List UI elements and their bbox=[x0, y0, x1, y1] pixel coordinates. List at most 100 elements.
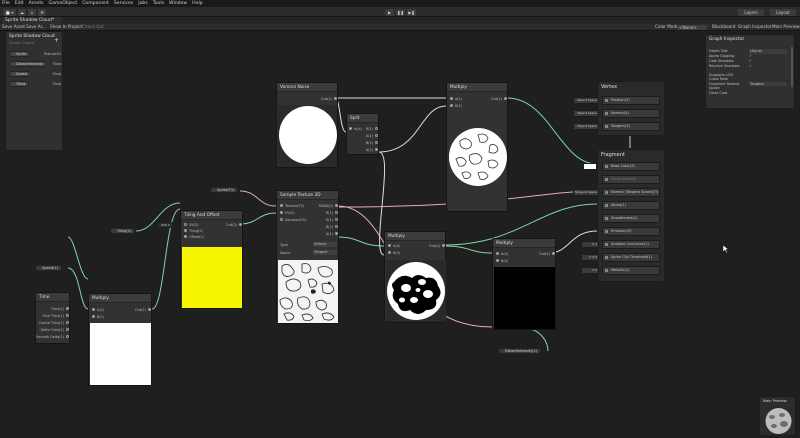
sprite-property-node[interactable]: Sprite(T2) bbox=[210, 187, 239, 193]
color-mode-dropdown[interactable]: <None> bbox=[677, 24, 707, 30]
node-sample-texture[interactable]: Sample Texture 2D Texture(T2) UV(2) Samp… bbox=[276, 190, 339, 324]
output-port[interactable] bbox=[374, 148, 378, 151]
menu-component[interactable]: Component bbox=[82, 1, 109, 6]
menu-help[interactable]: Help bbox=[192, 1, 202, 6]
fragment-slot-emission[interactable]: Emission(3) bbox=[602, 227, 660, 236]
node-multiply-time[interactable]: Multiply A(1) B(1) Out(1) bbox=[88, 293, 152, 386]
menu-assets[interactable]: Assets bbox=[29, 1, 44, 6]
property-row[interactable]: Tiling Float bbox=[9, 81, 61, 91]
fragment-slot-basecolor[interactable]: Base Color(3) bbox=[583, 162, 660, 171]
node-multiply-output[interactable]: Multiply A(4) B(4) Out(4) bbox=[492, 238, 556, 330]
property-row[interactable]: Sprite Texture2D bbox=[9, 51, 61, 61]
property-tiling[interactable]: Tiling bbox=[9, 81, 30, 87]
pause-icon[interactable]: ❚❚ bbox=[396, 8, 405, 16]
menu-gameobject[interactable]: GameObject bbox=[49, 1, 78, 6]
tiling-property-node[interactable]: Tiling(1) bbox=[110, 228, 136, 234]
services-icon[interactable]: ⚙ bbox=[38, 8, 46, 16]
input-port[interactable] bbox=[280, 204, 283, 207]
output-port[interactable] bbox=[65, 328, 69, 331]
basecolor-swatch[interactable] bbox=[583, 163, 597, 170]
account-button[interactable]: ⬤ ▾ bbox=[3, 8, 16, 16]
node-multiply-mask[interactable]: Multiply A(4) B(4) Out(4) bbox=[384, 231, 446, 323]
menu-services[interactable]: Services bbox=[114, 1, 133, 6]
output-port[interactable] bbox=[334, 232, 338, 235]
input-port[interactable] bbox=[92, 308, 95, 311]
menu-edit[interactable]: Edit bbox=[15, 1, 24, 6]
input-port[interactable] bbox=[450, 97, 453, 100]
output-port[interactable] bbox=[441, 244, 445, 247]
property-row[interactable]: Speed Float bbox=[9, 71, 61, 81]
collab-icon[interactable]: ⌂ bbox=[28, 8, 36, 16]
input-port[interactable] bbox=[450, 104, 453, 107]
input-port[interactable] bbox=[388, 251, 391, 254]
save-as-button[interactable]: Save As... bbox=[26, 24, 47, 30]
input-port[interactable] bbox=[184, 229, 187, 232]
output-port[interactable] bbox=[374, 141, 378, 144]
inspector-scrollbar[interactable] bbox=[791, 47, 793, 87]
vertex-slot-position[interactable]: Position(3) Object Space bbox=[573, 96, 660, 105]
setting-normal-space[interactable]: Fragment Normal Space Tangent bbox=[709, 82, 789, 91]
distort-property-node[interactable]: DistortIntensity(1) bbox=[498, 348, 542, 354]
menu-window[interactable]: Window bbox=[169, 1, 187, 6]
setting-receive-shadows[interactable]: Receive Shadows ✓ bbox=[709, 64, 789, 73]
uv-dropdown[interactable]: UV0 ▾ bbox=[157, 222, 174, 228]
node-voronoi[interactable]: Voronoi Noise Out(1) bbox=[276, 82, 338, 168]
menu-tools[interactable]: Tools bbox=[153, 1, 164, 6]
output-port[interactable] bbox=[334, 218, 338, 221]
output-port[interactable] bbox=[238, 223, 242, 226]
node-split[interactable]: Split In(4) R(1) G(1) B(1) A(1) bbox=[346, 113, 379, 155]
tab-shader-graph[interactable]: Sprite Shadow Cloud* bbox=[2, 17, 62, 24]
fragment-slot-ao[interactable]: Ambient Occlusion(1) X 1 bbox=[581, 240, 660, 249]
play-icon[interactable]: ▶ bbox=[385, 8, 394, 16]
cloud-icon[interactable]: ☁ bbox=[18, 8, 26, 16]
show-in-project-button[interactable]: Show In Project bbox=[50, 24, 82, 30]
output-port[interactable] bbox=[334, 211, 338, 214]
space-dropdown[interactable]: Tangent bbox=[313, 250, 337, 255]
output-port[interactable] bbox=[333, 97, 337, 100]
save-asset-button[interactable]: Save Asset bbox=[2, 24, 25, 30]
output-port[interactable] bbox=[65, 314, 69, 317]
layout-dropdown[interactable]: Layout bbox=[770, 8, 796, 16]
property-distort[interactable]: DistortIntensity bbox=[9, 61, 48, 67]
main-preview-panel[interactable]: Main Preview bbox=[759, 396, 796, 436]
setting-clear-coat[interactable]: Clear Coat bbox=[709, 91, 789, 96]
output-port[interactable] bbox=[65, 335, 69, 338]
fragment-slot-alpha[interactable]: Alpha(1) bbox=[602, 201, 660, 210]
input-port[interactable] bbox=[184, 235, 187, 238]
main-preview-toggle[interactable]: Main Preview bbox=[772, 24, 800, 30]
node-tiling-offset[interactable]: Tiling And Offset UV(2) Tiling(2) Offset… bbox=[180, 210, 243, 309]
property-row[interactable]: DistortIntensity Float bbox=[9, 61, 61, 71]
graph-inspector-toggle[interactable]: Graph Inspector bbox=[738, 24, 772, 30]
setting-lod-crossfade[interactable]: Supports LOD Cross Fade bbox=[709, 73, 789, 82]
input-port[interactable] bbox=[349, 127, 352, 130]
property-sprite[interactable]: Sprite bbox=[9, 51, 31, 57]
add-property-button[interactable]: + bbox=[54, 37, 59, 44]
output-port[interactable] bbox=[65, 321, 69, 324]
step-icon[interactable]: ▶❚ bbox=[407, 8, 416, 16]
output-port[interactable] bbox=[374, 127, 378, 130]
input-port[interactable] bbox=[388, 244, 391, 247]
menu-jobs[interactable]: Jobs bbox=[138, 1, 147, 6]
output-port[interactable] bbox=[334, 225, 338, 228]
vertex-slot-normal[interactable]: Normal(3) Object Space bbox=[573, 109, 660, 118]
fragment-slot-spritemask[interactable]: Sprite Mask(4) bbox=[602, 175, 660, 184]
input-port[interactable] bbox=[280, 218, 283, 221]
menu-file[interactable]: File bbox=[2, 1, 10, 6]
output-port[interactable] bbox=[65, 307, 69, 310]
vertex-slot-tangent[interactable]: Tangent(3) Object Space bbox=[573, 122, 660, 131]
fragment-slot-alphaclip[interactable]: Alpha Clip Threshold(1) X 0.5 bbox=[581, 253, 660, 262]
output-port[interactable] bbox=[147, 308, 151, 311]
graph-canvas[interactable]: Sprite Shadow Cloud Shader Graphs + Spri… bbox=[0, 31, 800, 438]
type-dropdown[interactable]: Default bbox=[313, 242, 337, 247]
node-multiply-noise[interactable]: Multiply A(1) B(1) Out(1) bbox=[446, 82, 508, 212]
input-port[interactable] bbox=[496, 259, 499, 262]
blackboard-toggle[interactable]: Blackboard bbox=[712, 24, 735, 30]
output-port[interactable] bbox=[503, 97, 507, 100]
layers-dropdown[interactable]: Layers bbox=[738, 8, 764, 16]
fragment-slot-smoothness[interactable]: Smoothness(1) bbox=[602, 214, 660, 223]
property-speed[interactable]: Speed bbox=[9, 71, 31, 77]
input-port[interactable] bbox=[92, 315, 95, 318]
fragment-slot-metallic[interactable]: Metallic(1) X 0 bbox=[581, 266, 660, 275]
input-port[interactable] bbox=[184, 223, 187, 226]
node-time[interactable]: Time Time(1) Sine Time(1) Cosine Time(1)… bbox=[35, 292, 70, 344]
